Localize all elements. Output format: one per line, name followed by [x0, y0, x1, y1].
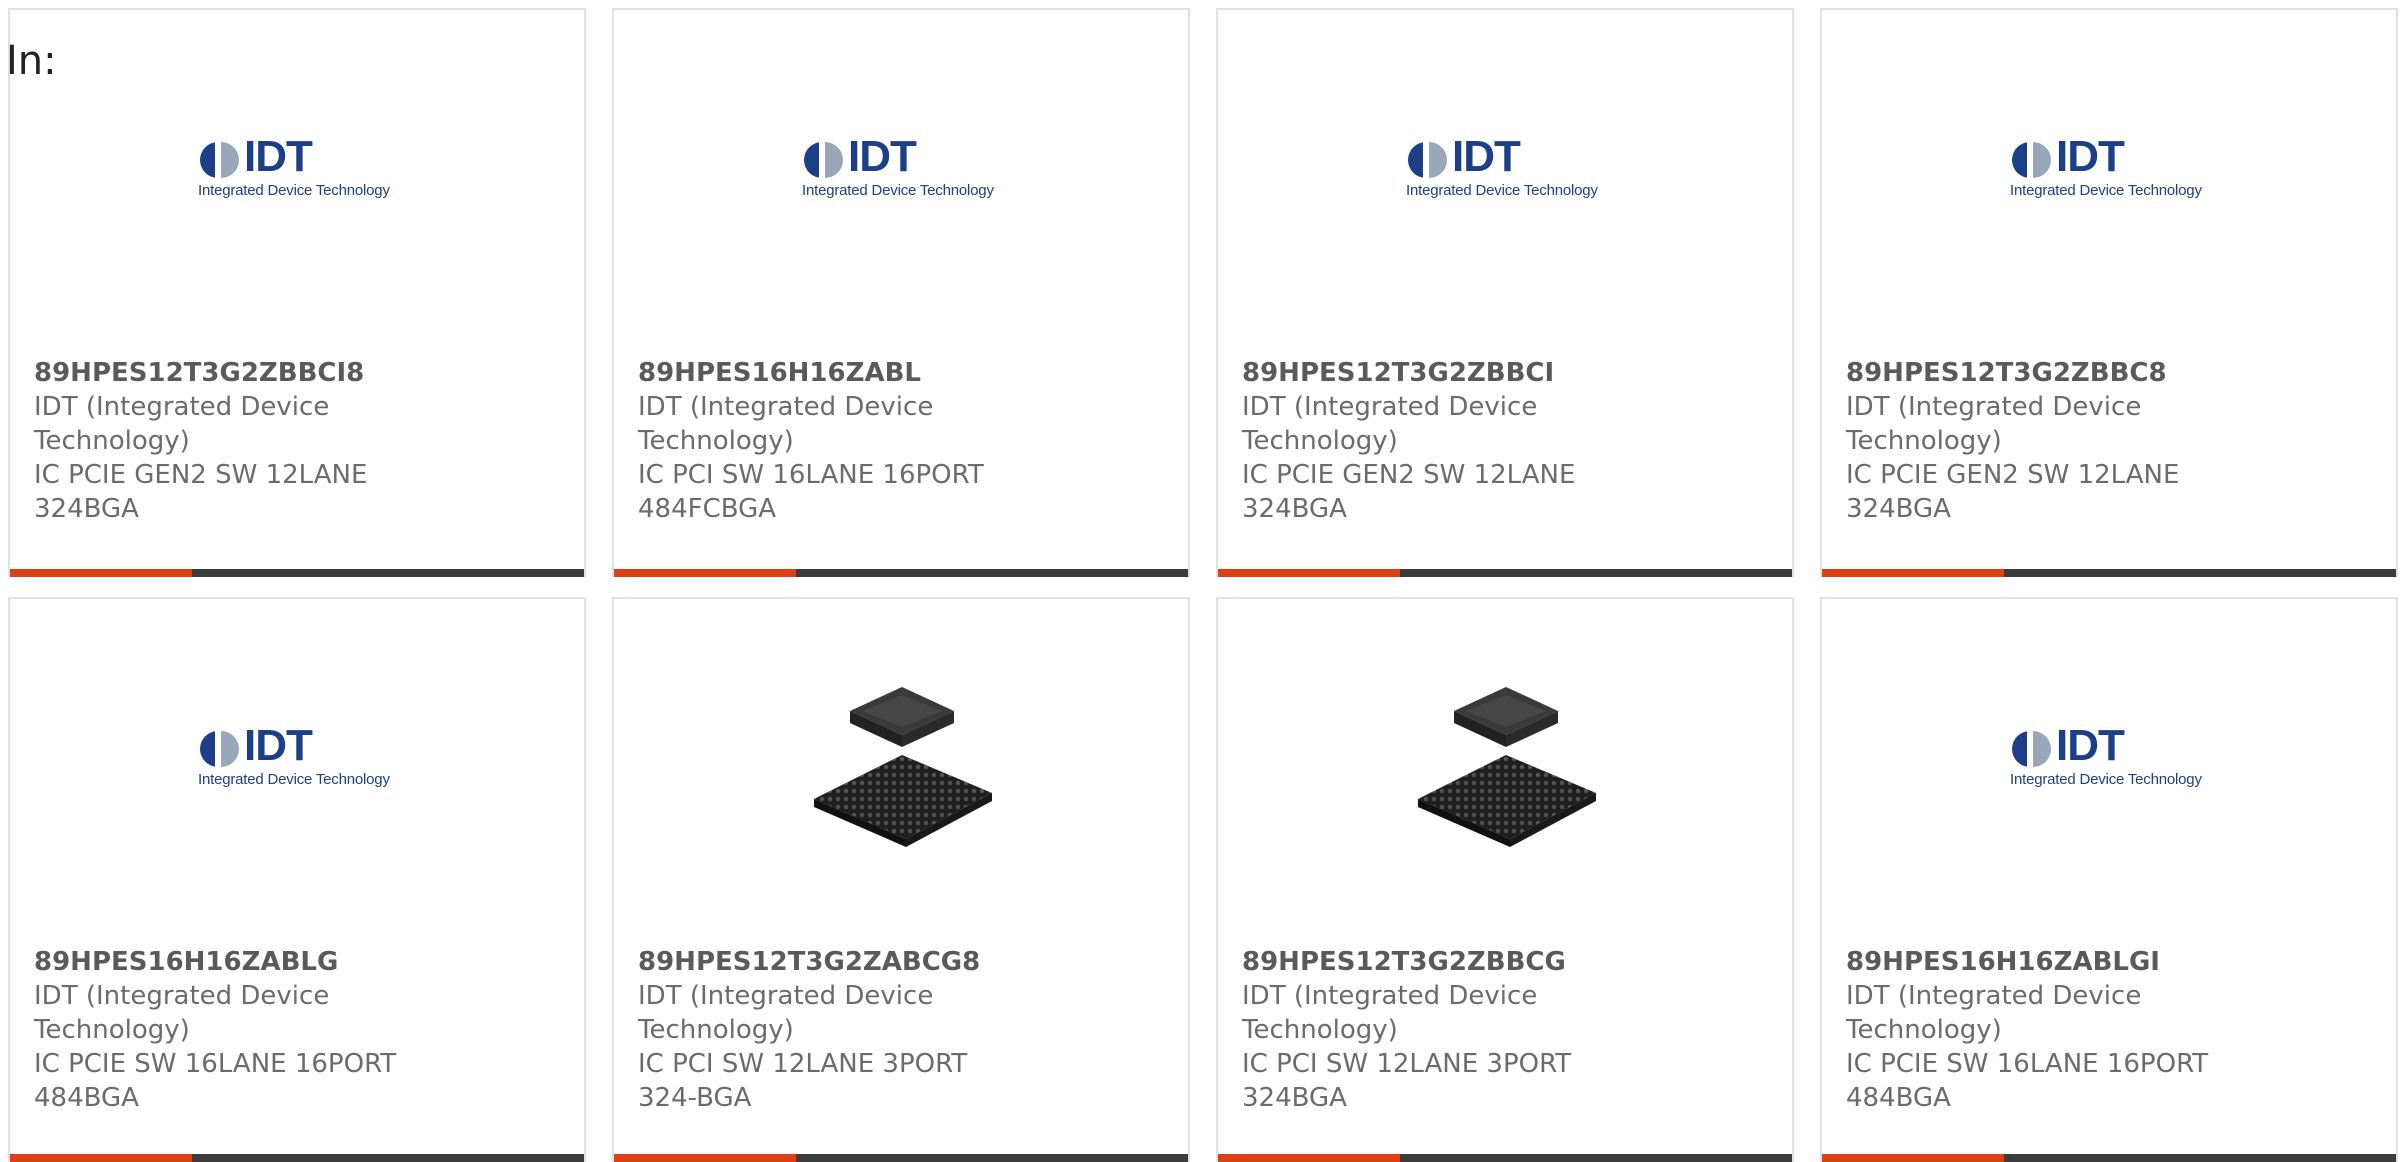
- product-info: 89HPES12T3G2ZBBCI IDT (Integrated Device…: [1242, 356, 1622, 526]
- part-number[interactable]: 89HPES12T3G2ZBBCI: [1242, 356, 1622, 390]
- idt-logo-icon: IDT Integrated Device Technology: [802, 132, 1006, 199]
- manufacturer: IDT (Integrated Device Technology): [34, 392, 330, 456]
- product-card[interactable]: 89HPES12T3G2ZABCG8 IDT (Integrated Devic…: [612, 597, 1190, 1162]
- product-image[interactable]: IDT Integrated Device Technology: [198, 667, 402, 867]
- part-number[interactable]: 89HPES16H16ZABLGI: [1846, 945, 2226, 979]
- part-number[interactable]: 89HPES16H16ZABLG: [34, 945, 414, 979]
- description: IC PCI SW 16LANE 16PORT 484FCBGA: [638, 460, 984, 524]
- product-card[interactable]: IDT Integrated Device Technology 89HPES1…: [1820, 597, 2398, 1162]
- idt-logo-icon: IDT Integrated Device Technology: [2010, 721, 2214, 788]
- product-grid: IDT Integrated Device Technology 89HPES1…: [0, 0, 2400, 1162]
- idt-logo-icon: IDT Integrated Device Technology: [2010, 132, 2214, 199]
- part-number[interactable]: 89HPES12T3G2ZABCG8: [638, 945, 1018, 979]
- description: IC PCIE GEN2 SW 12LANE 324BGA: [1242, 460, 1576, 524]
- manufacturer: IDT (Integrated Device Technology): [638, 981, 934, 1045]
- description: IC PCIE SW 16LANE 16PORT 484BGA: [1846, 1049, 2209, 1113]
- product-image[interactable]: IDT Integrated Device Technology: [2010, 667, 2214, 867]
- product-info: 89HPES16H16ZABLGI IDT (Integrated Device…: [1846, 945, 2226, 1115]
- product-card[interactable]: IDT Integrated Device Technology 89HPES1…: [1216, 8, 1794, 577]
- product-image[interactable]: IDT Integrated Device Technology: [2010, 78, 2214, 278]
- product-image[interactable]: [802, 667, 1002, 867]
- part-number[interactable]: 89HPES16H16ZABL: [638, 356, 1018, 390]
- filter-label: In:: [6, 38, 57, 84]
- product-card[interactable]: 89HPES12T3G2ZBBCG IDT (Integrated Device…: [1216, 597, 1794, 1162]
- part-number[interactable]: 89HPES12T3G2ZBBC8: [1846, 356, 2226, 390]
- description: IC PCI SW 12LANE 3PORT 324BGA: [1242, 1049, 1572, 1113]
- idt-logo-icon: IDT Integrated Device Technology: [198, 721, 402, 788]
- product-card[interactable]: IDT Integrated Device Technology 89HPES1…: [1820, 8, 2398, 577]
- bga-chip-icon: [1418, 687, 1596, 847]
- product-image[interactable]: IDT Integrated Device Technology: [802, 78, 1006, 278]
- product-info: 89HPES12T3G2ZBBC8 IDT (Integrated Device…: [1846, 356, 2226, 526]
- manufacturer: IDT (Integrated Device Technology): [1846, 392, 2142, 456]
- description: IC PCIE GEN2 SW 12LANE 324BGA: [1846, 460, 2180, 524]
- product-info: 89HPES16H16ZABL IDT (Integrated Device T…: [638, 356, 1018, 526]
- product-card[interactable]: IDT Integrated Device Technology 89HPES1…: [8, 8, 586, 577]
- part-number[interactable]: 89HPES12T3G2ZBBCG: [1242, 945, 1622, 979]
- product-card[interactable]: IDT Integrated Device Technology 89HPES1…: [8, 597, 586, 1162]
- part-number[interactable]: 89HPES12T3G2ZBBCI8: [34, 356, 414, 390]
- product-info: 89HPES12T3G2ZBBCG IDT (Integrated Device…: [1242, 945, 1622, 1115]
- idt-logo-icon: IDT Integrated Device Technology: [1406, 132, 1610, 199]
- manufacturer: IDT (Integrated Device Technology): [638, 392, 934, 456]
- product-info: 89HPES16H16ZABLG IDT (Integrated Device …: [34, 945, 414, 1115]
- manufacturer: IDT (Integrated Device Technology): [34, 981, 330, 1045]
- product-image[interactable]: IDT Integrated Device Technology: [1406, 78, 1610, 278]
- product-image[interactable]: [1406, 667, 1606, 867]
- product-image[interactable]: IDT Integrated Device Technology: [198, 78, 402, 278]
- product-info: 89HPES12T3G2ZBBCI8 IDT (Integrated Devic…: [34, 356, 414, 526]
- manufacturer: IDT (Integrated Device Technology): [1242, 981, 1538, 1045]
- manufacturer: IDT (Integrated Device Technology): [1242, 392, 1538, 456]
- manufacturer: IDT (Integrated Device Technology): [1846, 981, 2142, 1045]
- product-card[interactable]: IDT Integrated Device Technology 89HPES1…: [612, 8, 1190, 577]
- product-info: 89HPES12T3G2ZABCG8 IDT (Integrated Devic…: [638, 945, 1018, 1115]
- description: IC PCIE SW 16LANE 16PORT 484BGA: [34, 1049, 397, 1113]
- idt-logo-icon: IDT Integrated Device Technology: [198, 132, 402, 199]
- description: IC PCI SW 12LANE 3PORT 324-BGA: [638, 1049, 968, 1113]
- bga-chip-icon: [814, 687, 992, 847]
- description: IC PCIE GEN2 SW 12LANE 324BGA: [34, 460, 368, 524]
